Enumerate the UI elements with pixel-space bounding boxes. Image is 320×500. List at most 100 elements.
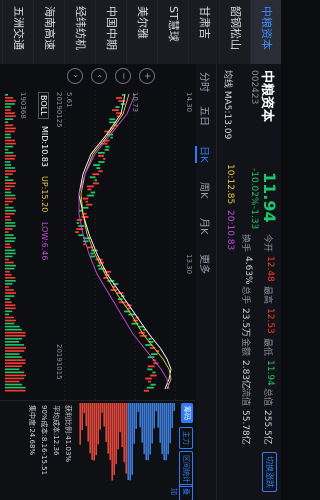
- volume-bar: [5, 118, 14, 121]
- volume-bar: [5, 301, 12, 303]
- step-left-icon[interactable]: ‹: [91, 68, 107, 84]
- axis-mid-label: 10.73: [131, 92, 139, 113]
- candle: [147, 365, 155, 368]
- chip-bar: [101, 403, 103, 413]
- chip-bar: [117, 403, 119, 450]
- volume-bar: [5, 255, 13, 258]
- chip-bar: [155, 403, 157, 412]
- high-label: 最高: [262, 286, 272, 305]
- volume-bar: [4, 249, 16, 252]
- float-label: 流值: [240, 388, 250, 407]
- candle: [148, 338, 152, 340]
- ma10-label: 10:12.85: [225, 164, 235, 205]
- volume-bar: [4, 121, 9, 124]
- volume-bar: [4, 203, 9, 206]
- volume-bar: [4, 307, 16, 310]
- candle: [147, 380, 151, 383]
- chip-bar: [145, 403, 147, 461]
- volume-bar: [4, 240, 15, 242]
- candle: [96, 167, 101, 169]
- chip-tab-main[interactable]: 主力: [179, 427, 193, 449]
- volume-bar: [5, 353, 20, 355]
- candle: [110, 136, 113, 139]
- chip-tab-overlay[interactable]: 叠加: [170, 484, 193, 500]
- volume-bar: [5, 167, 16, 169]
- shares-label: 总手: [240, 286, 250, 305]
- app-window: 中粮资本 韶钢松山 甘肃吉 ST慧球 美尔雅 中国中期 经纬纺机 海南高速 五洲…: [0, 0, 281, 500]
- candle: [76, 222, 80, 224]
- watchlist-item[interactable]: 经纬纺机: [64, 0, 95, 64]
- axis-top-label: 14.30: [185, 92, 193, 113]
- candle: [85, 200, 88, 203]
- tab-intraday[interactable]: 分时: [198, 72, 213, 92]
- kline-chart[interactable]: 14.30 10.73 5.61 13.30 20190125 20191015…: [0, 64, 195, 400]
- candle: [94, 179, 97, 182]
- volume-bar: [5, 191, 12, 194]
- candle: [86, 203, 93, 206]
- chip-bar: [105, 403, 107, 442]
- volume-bar: [4, 100, 16, 102]
- watchlist-item[interactable]: ST慧球: [157, 0, 188, 64]
- stock-price: 11.94: [260, 172, 279, 223]
- chip-bar: [163, 403, 165, 461]
- boll-low: LOW:6.46: [40, 222, 49, 261]
- step-right-icon[interactable]: ›: [67, 68, 83, 84]
- zoom-in-icon[interactable]: +: [139, 68, 155, 84]
- ma5-label: 均线 MA5:13.09: [222, 70, 232, 140]
- chip-bar: [159, 403, 161, 443]
- candle: [93, 164, 100, 166]
- volume-bar: [5, 383, 23, 386]
- volume-bar: [4, 106, 11, 108]
- volume-bar: [4, 142, 16, 145]
- indicator-button[interactable]: BOLL: [38, 92, 49, 119]
- chip-tab-range[interactable]: 区间统计: [179, 451, 193, 487]
- volume-bar: [5, 243, 11, 246]
- watchlist-item[interactable]: 甘肃吉: [188, 0, 219, 64]
- tab-more[interactable]: 更多: [198, 254, 213, 274]
- chip-bar: [129, 403, 131, 481]
- tab-five-day[interactable]: 五日: [198, 106, 213, 126]
- volume-bar: [5, 347, 26, 349]
- volume-bar: [5, 273, 12, 276]
- toggle-limit-button[interactable]: 切换涨跌: [262, 452, 277, 492]
- chip-bar: [97, 403, 99, 445]
- candle: [150, 383, 156, 386]
- chip-bar: [79, 403, 81, 445]
- candle: [90, 191, 96, 194]
- volume-bar: [4, 115, 16, 117]
- zoom-out-icon[interactable]: −: [115, 68, 131, 84]
- watchlist-item[interactable]: 中粮资本: [250, 0, 281, 64]
- volume-bar: [4, 103, 15, 105]
- chip-bar: [125, 403, 127, 474]
- chip-bar: [91, 403, 93, 460]
- chip-bar: [81, 403, 83, 431]
- candle: [98, 155, 104, 157]
- chip-tab-chips[interactable]: 筹码: [181, 403, 193, 423]
- chip-bar: [89, 403, 91, 454]
- watchlist-item[interactable]: 韶钢松山: [219, 0, 250, 64]
- volume-bar: [4, 228, 13, 230]
- candle: [76, 219, 83, 221]
- tab-daily-k[interactable]: 日K: [195, 146, 213, 163]
- volume-bar: [5, 295, 15, 297]
- candle: [115, 106, 120, 109]
- candle: [152, 371, 156, 374]
- stock-code: 002423: [249, 70, 259, 105]
- candle: [116, 97, 122, 99]
- volume-bar: [5, 331, 26, 334]
- volume-bar: [5, 368, 20, 371]
- candle: [83, 243, 86, 246]
- volume-bar: [5, 216, 11, 218]
- watchlist-item[interactable]: 美尔雅: [126, 0, 157, 64]
- watchlist-item[interactable]: 五洲交通: [2, 0, 33, 64]
- watchlist-item[interactable]: 海南高速: [33, 0, 64, 64]
- volume-bar: [4, 292, 16, 294]
- watchlist-item[interactable]: 中国中期: [95, 0, 126, 64]
- tab-weekly-k[interactable]: 周K: [198, 182, 213, 199]
- volume-bar: [5, 155, 16, 157]
- volume-bar: [4, 341, 20, 343]
- volume-bar: [5, 325, 20, 328]
- chip-bar: [153, 403, 155, 429]
- candle: [146, 386, 154, 389]
- tab-monthly-k[interactable]: 月K: [198, 218, 213, 235]
